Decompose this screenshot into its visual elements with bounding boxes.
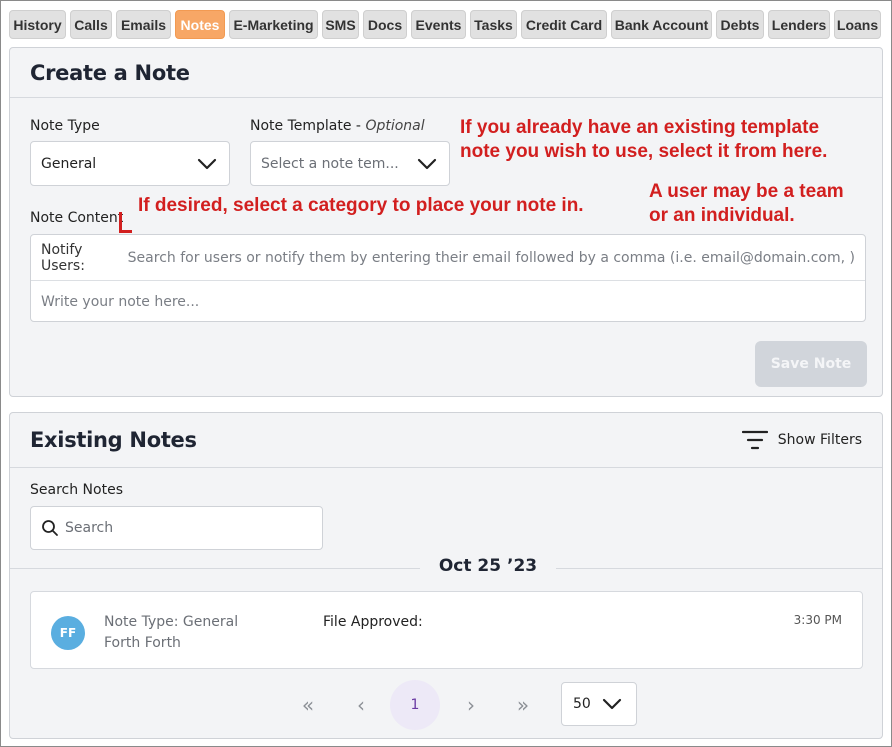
tab-loans[interactable]: Loans [834, 10, 881, 39]
note-type-label: Note Type [30, 118, 100, 134]
per-page-value: 50 [573, 696, 591, 712]
note-template-label: Note Template - Optional [250, 118, 425, 134]
existing-notes-panel: Existing Notes Show Filters Search Notes… [9, 412, 883, 739]
page-1-button[interactable]: 1 [390, 680, 440, 730]
tab-tasks[interactable]: Tasks [470, 10, 517, 39]
search-notes-input[interactable]: Search [30, 506, 323, 550]
date-header: Oct 25 ’23 [420, 556, 556, 576]
note-template-placeholder: Select a note tem... [261, 155, 399, 172]
note-field-label: File Approved: [323, 614, 423, 630]
note-template-label-text: Note Template - [250, 118, 366, 134]
show-filters-button[interactable]: Show Filters [741, 429, 862, 451]
annotation-category: If desired, select a category to place y… [138, 195, 584, 216]
chevron-down-icon [197, 158, 217, 169]
create-note-title: Create a Note [30, 60, 190, 85]
tab-bank-account[interactable]: Bank Account [611, 10, 712, 39]
annotation-user-line1: A user may be a team [649, 181, 844, 202]
tab-debts[interactable]: Debts [716, 10, 764, 39]
tab-calls[interactable]: Calls [70, 10, 112, 39]
tab-emails[interactable]: Emails [116, 10, 171, 39]
note-content-box: Notify Users: Search for users or notify… [30, 234, 866, 322]
create-note-header: Create a Note [10, 48, 882, 98]
last-page-button[interactable]: » [498, 680, 548, 730]
tab-docs[interactable]: Docs [363, 10, 407, 39]
annotation-bracket [119, 212, 132, 233]
note-type-text: Note Type: General [104, 614, 239, 630]
note-text-input[interactable]: Write your note here... [31, 281, 865, 322]
search-notes-label: Search Notes [30, 482, 123, 498]
tab-notes[interactable]: Notes [175, 10, 225, 39]
tab-history[interactable]: History [9, 10, 66, 39]
annotation-user-line2: or an individual. [649, 205, 795, 226]
tab-events[interactable]: Events [411, 10, 466, 39]
optional-text: Optional [365, 118, 425, 134]
tab-lenders[interactable]: Lenders [768, 10, 830, 39]
note-content-label: Note Content [30, 210, 124, 226]
date-separator: Oct 25 ’23 [10, 556, 882, 580]
note-template-select[interactable]: Select a note tem... [250, 141, 450, 186]
per-page-select[interactable]: 50 [561, 682, 637, 726]
create-note-panel: Create a Note Note Type General Note Tem… [9, 47, 883, 397]
pagination: « ‹ 1 › » 50 [10, 680, 882, 730]
notify-users-input[interactable]: Search for users or notify them by enter… [128, 250, 855, 266]
first-page-button[interactable]: « [283, 680, 333, 730]
search-placeholder: Search [65, 520, 114, 536]
chevron-down-icon [417, 158, 437, 169]
note-text-placeholder: Write your note here... [41, 293, 200, 310]
annotation-template-line1: If you already have an existing template [460, 117, 820, 138]
note-card[interactable]: FF Note Type: General Forth Forth File A… [30, 591, 863, 669]
show-filters-label: Show Filters [777, 432, 862, 448]
note-type-value: General [41, 155, 97, 172]
tab-credit-card[interactable]: Credit Card [521, 10, 607, 39]
note-author: Forth Forth [104, 635, 181, 651]
notify-users-row[interactable]: Notify Users: Search for users or notify… [31, 235, 865, 281]
tab-sms[interactable]: SMS [322, 10, 359, 39]
tab-bar: History Calls Emails Notes E-Marketing S… [9, 10, 883, 39]
prev-page-button[interactable]: ‹ [336, 680, 386, 730]
existing-notes-title: Existing Notes [30, 428, 197, 452]
annotation-template-line2: note you wish to use, select it from her… [460, 141, 828, 162]
note-type-select[interactable]: General [30, 141, 230, 186]
next-page-button[interactable]: › [446, 680, 496, 730]
search-icon [42, 520, 58, 536]
filter-icon [741, 430, 768, 450]
note-time: 3:30 PM [793, 613, 842, 627]
chevron-down-icon [602, 698, 622, 710]
tab-e-marketing[interactable]: E-Marketing [229, 10, 318, 39]
notify-users-label: Notify Users: [41, 241, 85, 274]
avatar: FF [51, 616, 85, 650]
save-note-button[interactable]: Save Note [755, 341, 867, 387]
